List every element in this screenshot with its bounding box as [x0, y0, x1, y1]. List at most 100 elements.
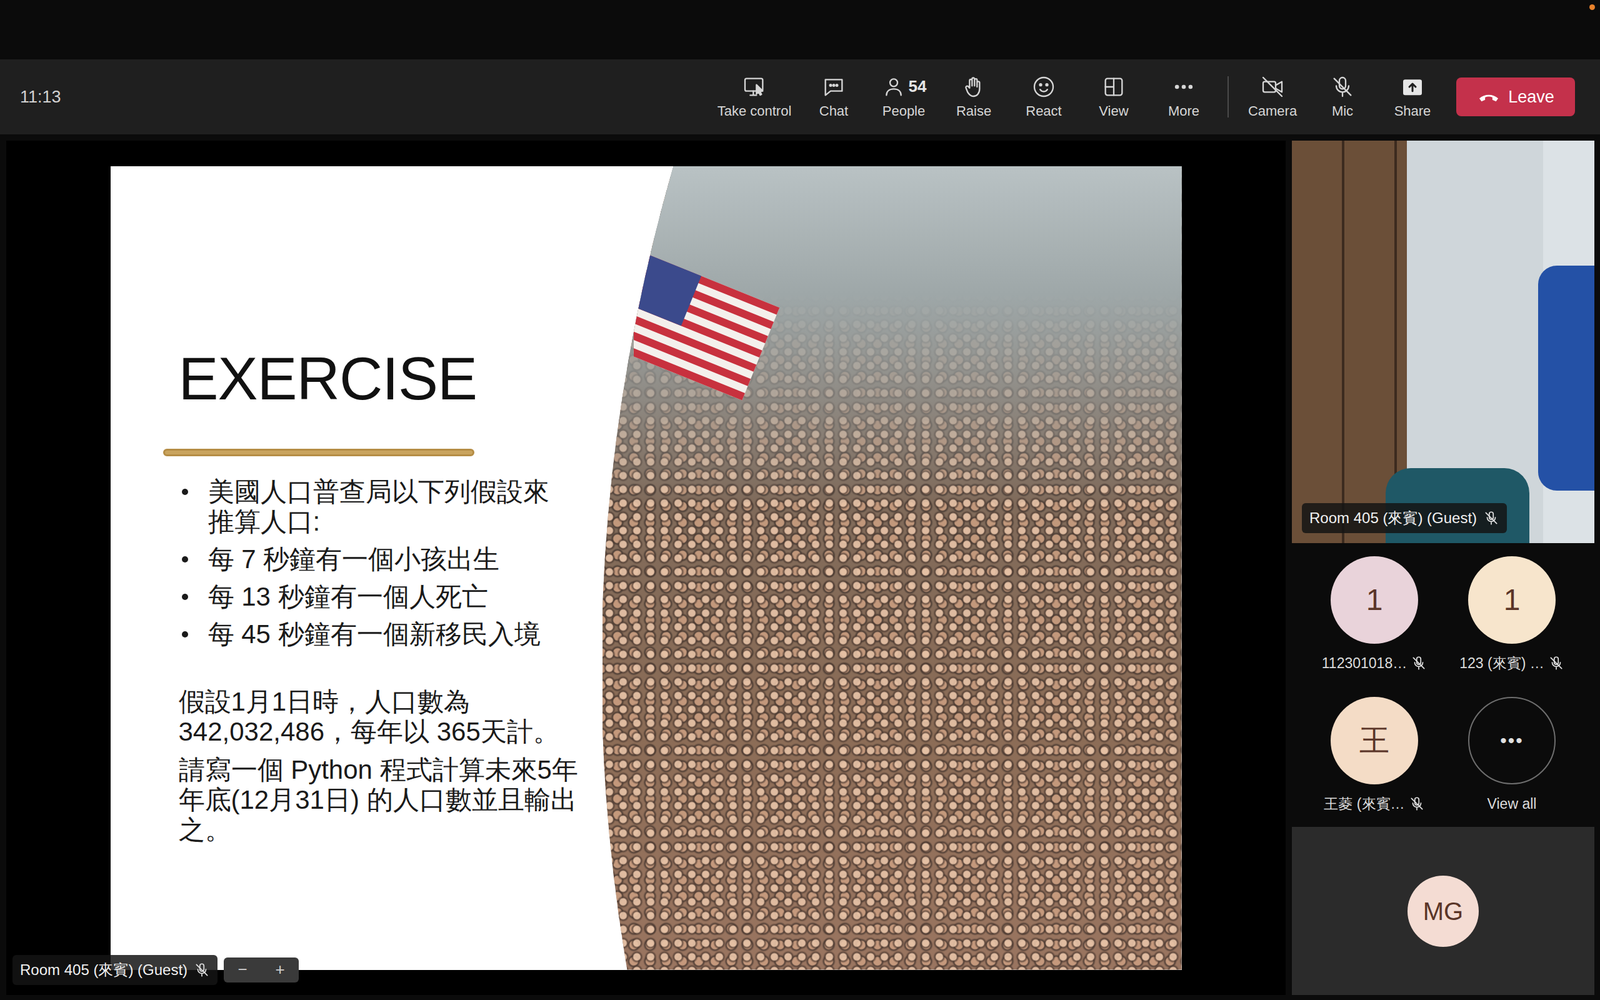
button-label: Camera: [1248, 103, 1297, 120]
bullet-item: 每 7 秒鐘有一個小孩出生: [178, 544, 560, 575]
more-button[interactable]: More: [1148, 74, 1219, 120]
stage-overlay: Room 405 (來賓) (Guest) −+: [12, 955, 299, 985]
participant-tile[interactable]: 王王菱 (來賓…: [1305, 696, 1444, 815]
video-label: Room 405 (來賓) (Guest): [1301, 503, 1507, 534]
slide-paragraphs: 假設1月1日時，人口數為342,032,486，每年以 365天計。請寫一個 P…: [178, 686, 597, 845]
participant-count: 54: [908, 74, 927, 99]
react-button-top: [1031, 74, 1057, 100]
bullet-dot: [181, 556, 189, 563]
camera-button[interactable]: Camera: [1237, 74, 1308, 120]
slide-text: EXERCISE美國人口普查局以下列假設來推算人口:每 7 秒鐘有一個小孩出生每…: [110, 166, 603, 970]
react-icon: [1031, 74, 1057, 100]
self-tile: MG: [1291, 826, 1595, 995]
participants-panel: Room 405 (來賓) (Guest) 1 112301018… 1 123 (來賓…: [1291, 140, 1595, 995]
take-control-button[interactable]: Take control: [710, 74, 799, 120]
button-label: Take control: [717, 103, 792, 120]
video-tile[interactable]: Room 405 (來賓) (Guest): [1291, 140, 1595, 544]
presenter-name: Room 405 (來賓) (Guest): [20, 958, 188, 982]
bullet-text: 每 13 秒鐘有一個人死亡: [208, 581, 489, 612]
mic-off-icon: [1483, 510, 1500, 527]
bullet-dot: [181, 631, 189, 638]
bullet-text: 每 45 秒鐘有一個新移民入境: [208, 619, 541, 650]
people-button-top: 54: [881, 74, 927, 100]
flag-picture: [633, 228, 809, 429]
zoom-controls: −+: [223, 957, 299, 982]
avatar-initials: 王: [1359, 718, 1390, 764]
meeting-toolbar: 11:13Take controlChat54PeopleRaiseReactV…: [0, 59, 1600, 135]
participant-avatar: 1: [1330, 556, 1419, 644]
button-label: View: [1098, 103, 1129, 120]
view-all-label: View all: [1487, 793, 1537, 815]
participant-name: 王菱 (來賓…: [1323, 793, 1405, 815]
bullet-dot: [181, 488, 189, 495]
meeting-main: EXERCISE美國人口普查局以下列假設來推算人口:每 7 秒鐘有一個小孩出生每…: [0, 134, 1600, 1000]
button-label: Mic: [1331, 103, 1354, 120]
participant-name-row: 112301018…: [1305, 652, 1444, 675]
notification-dot: [1589, 4, 1595, 10]
avatar-initials: 1: [1503, 577, 1521, 623]
view-button[interactable]: View: [1078, 74, 1149, 120]
mic-off-icon: [1408, 795, 1425, 812]
participant-tile[interactable]: 1 112301018…: [1305, 556, 1444, 675]
bullet-item: 每 13 秒鐘有一個人死亡: [178, 581, 560, 612]
bullet-dot: [181, 593, 189, 600]
button-label: People: [882, 103, 926, 120]
presentation-slide: EXERCISE美國人口普查局以下列假設來推算人口:每 7 秒鐘有一個小孩出生每…: [110, 166, 1182, 970]
button-label: React: [1025, 103, 1062, 120]
toolbar-controls: Take control Chat 54 People Raise React View Mo…: [710, 74, 1575, 120]
share-button[interactable]: Share: [1377, 74, 1448, 120]
button-label: Raise: [956, 103, 992, 120]
bullet-item: 每 45 秒鐘有一個新移民入境: [178, 619, 560, 650]
button-label: Share: [1394, 103, 1432, 120]
more-dots-icon: •••: [1500, 726, 1524, 755]
video-name: Room 405 (來賓) (Guest): [1309, 506, 1477, 530]
slide-title: EXERCISE: [178, 341, 597, 417]
view-all-button[interactable]: •••: [1468, 696, 1556, 785]
slide-paragraph: 請寫一個 Python 程式計算未來5年年底(12月31日) 的人口數並且輸出之…: [178, 755, 592, 845]
more-icon: [1171, 74, 1197, 100]
zoom-out-button[interactable]: −: [223, 957, 262, 982]
view-icon: [1101, 74, 1127, 100]
participant-name: 112301018…: [1321, 652, 1407, 675]
leave-button[interactable]: Leave: [1456, 77, 1575, 117]
people-button[interactable]: 54 People: [868, 74, 939, 120]
participant-name-row: 123 (來賓) …: [1443, 652, 1581, 675]
shared-stage: EXERCISE美國人口普查局以下列假設來推算人口:每 7 秒鐘有一個小孩出生每…: [6, 140, 1286, 995]
title-underline: [163, 448, 475, 457]
more-button-top: [1171, 74, 1197, 100]
mic-off-icon: [1410, 655, 1427, 672]
react-button[interactable]: React: [1008, 74, 1079, 120]
participant-avatar: 1: [1468, 556, 1556, 644]
bullet-item: 美國人口普查局以下列假設來推算人口:: [178, 476, 560, 537]
button-label: Chat: [819, 103, 849, 120]
participant-tile[interactable]: 1 123 (來賓) …: [1443, 556, 1581, 675]
zoom-in-button[interactable]: +: [261, 957, 299, 982]
raise-button[interactable]: Raise: [938, 74, 1009, 120]
take-control-button-top: [741, 74, 767, 100]
view-all-tile[interactable]: ••• View all: [1443, 696, 1581, 815]
view-button-top: [1101, 74, 1127, 100]
chat-icon: [821, 74, 847, 100]
participant-name: 123 (來賓) …: [1459, 652, 1544, 675]
presenter-label: Room 405 (來賓) (Guest): [12, 955, 218, 985]
camera-off-icon: [1260, 74, 1285, 100]
button-label: Leave: [1508, 84, 1555, 110]
bullet-text: 美國人口普查局以下列假設來推算人口:: [208, 476, 560, 537]
toolbar-divider: [1227, 76, 1229, 118]
bullet-list: 美國人口普查局以下列假設來推算人口: 每 7 秒鐘有一個小孩出生每 13 秒鐘有一…: [178, 476, 560, 650]
mic-off-icon: [1330, 74, 1355, 100]
mic-off-icon: [1548, 655, 1565, 672]
participant-grid: 1 112301018… 1 123 (來賓) … 王王菱 (來賓… ••• View al…: [1291, 543, 1595, 827]
raise-button-top: [961, 74, 987, 100]
mic-button[interactable]: Mic: [1307, 74, 1378, 120]
hang-up-icon: [1476, 85, 1509, 109]
slide-paragraph: 假設1月1日時，人口數為342,032,486，每年以 365天計。: [178, 686, 592, 747]
chat-button[interactable]: Chat: [798, 74, 869, 120]
view-all-label-row: View all: [1443, 793, 1581, 815]
bullet-text: 每 7 秒鐘有一個小孩出生: [208, 544, 500, 575]
video-frame-person: [1538, 265, 1595, 491]
button-label: More: [1168, 103, 1200, 120]
top-strip: [0, 0, 1600, 60]
mic-off-icon: [193, 961, 210, 979]
self-avatar: MG: [1407, 875, 1479, 947]
